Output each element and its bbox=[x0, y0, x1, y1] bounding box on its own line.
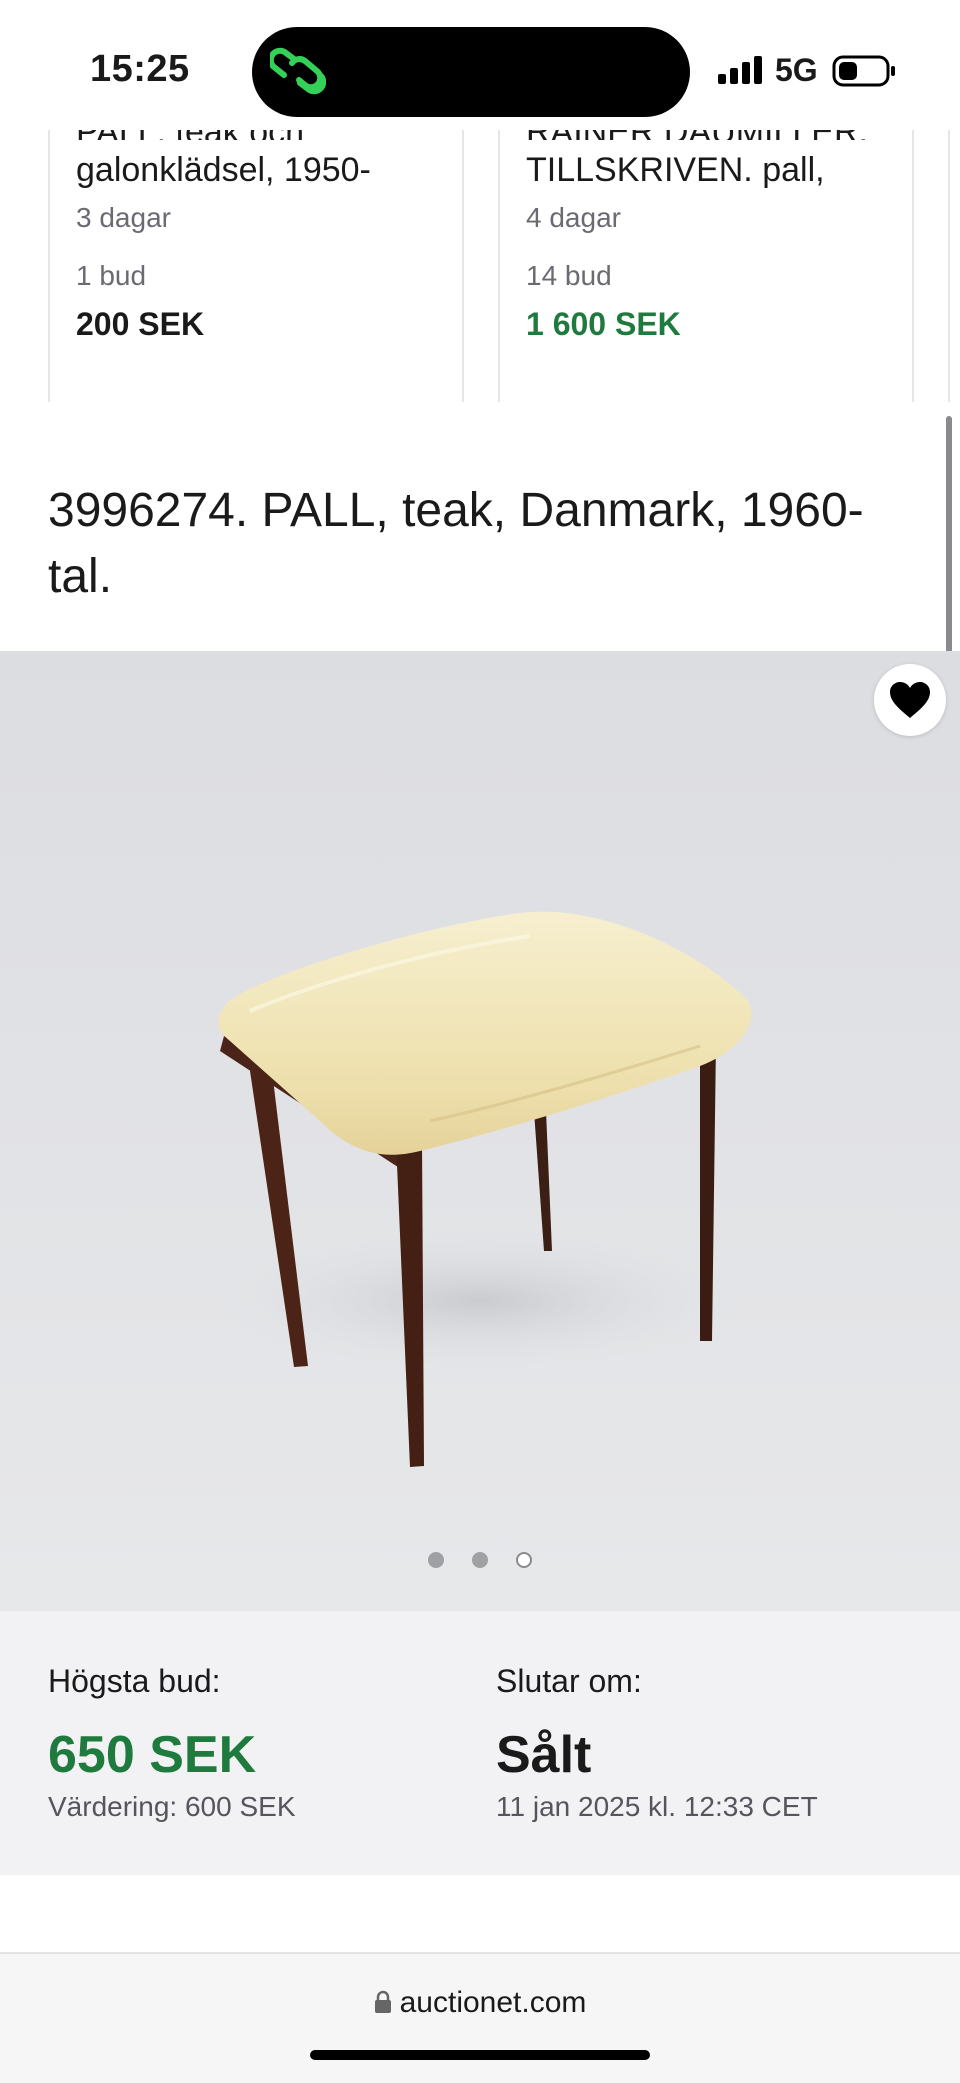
home-indicator[interactable] bbox=[310, 2050, 650, 2060]
heart-icon bbox=[890, 682, 930, 718]
dynamic-island bbox=[252, 27, 690, 117]
card-time-left: 3 dagar bbox=[76, 202, 171, 233]
status-bar: 15:25 5G bbox=[0, 0, 960, 130]
card-title-line2: galonklädsel, 1950- bbox=[76, 151, 371, 189]
browser-address-bar[interactable]: auctionet.com bbox=[0, 1952, 960, 2083]
gallery-pagination bbox=[0, 1552, 960, 1576]
card-title-line1: PALL, teak och bbox=[76, 130, 456, 140]
card-title-line1: RAINER DAUMILLER. bbox=[526, 130, 906, 140]
app-link-icon bbox=[270, 47, 326, 95]
gallery-dot[interactable] bbox=[472, 1552, 488, 1568]
highest-bid-value: 650 SEK bbox=[48, 1726, 257, 1784]
related-lots: PALL, teak och galonklädsel, 1950- 3 dag… bbox=[0, 130, 960, 402]
estimate: Värdering: 600 SEK bbox=[48, 1791, 296, 1822]
lot-title: 3996274. PALL, teak, Danmark, 1960-tal. bbox=[48, 484, 864, 603]
related-lot-card[interactable] bbox=[948, 130, 960, 402]
bid-info-panel: Högsta bud: 650 SEK Värdering: 600 SEK S… bbox=[0, 1611, 960, 1875]
auction-status: Sålt bbox=[496, 1726, 592, 1784]
lock-icon bbox=[374, 1990, 391, 2013]
lot-image[interactable] bbox=[0, 651, 960, 1611]
end-time: 11 jan 2025 kl. 12:33 CET bbox=[496, 1791, 818, 1822]
card-title-line2: TILLSKRIVEN. pall, bbox=[526, 151, 825, 189]
card-time-left: 4 dagar bbox=[526, 202, 621, 233]
url-display[interactable]: auctionet.com bbox=[0, 1986, 960, 2020]
url-text: auctionet.com bbox=[399, 1986, 587, 2019]
card-bid-count: 14 bud bbox=[526, 260, 612, 291]
card-price: 200 SEK bbox=[76, 306, 205, 342]
highest-bid-label: Högsta bud: bbox=[48, 1663, 221, 1699]
network-type: 5G bbox=[775, 52, 818, 88]
clock: 15:25 bbox=[90, 48, 190, 90]
ends-label: Slutar om: bbox=[496, 1663, 642, 1699]
battery-icon bbox=[832, 55, 895, 87]
stool-image bbox=[218, 911, 752, 1467]
signal-icon bbox=[718, 56, 762, 84]
related-lot-card[interactable]: RAINER DAUMILLER. TILLSKRIVEN. pall, 4 d… bbox=[498, 130, 914, 402]
gallery-dot[interactable] bbox=[428, 1552, 444, 1568]
related-lot-card[interactable]: PALL, teak och galonklädsel, 1950- 3 dag… bbox=[48, 130, 464, 402]
gallery-dot-active[interactable] bbox=[516, 1552, 532, 1568]
card-bid-count: 1 bud bbox=[76, 260, 147, 291]
favorite-button[interactable] bbox=[874, 664, 946, 736]
card-price: 1 600 SEK bbox=[526, 306, 681, 342]
